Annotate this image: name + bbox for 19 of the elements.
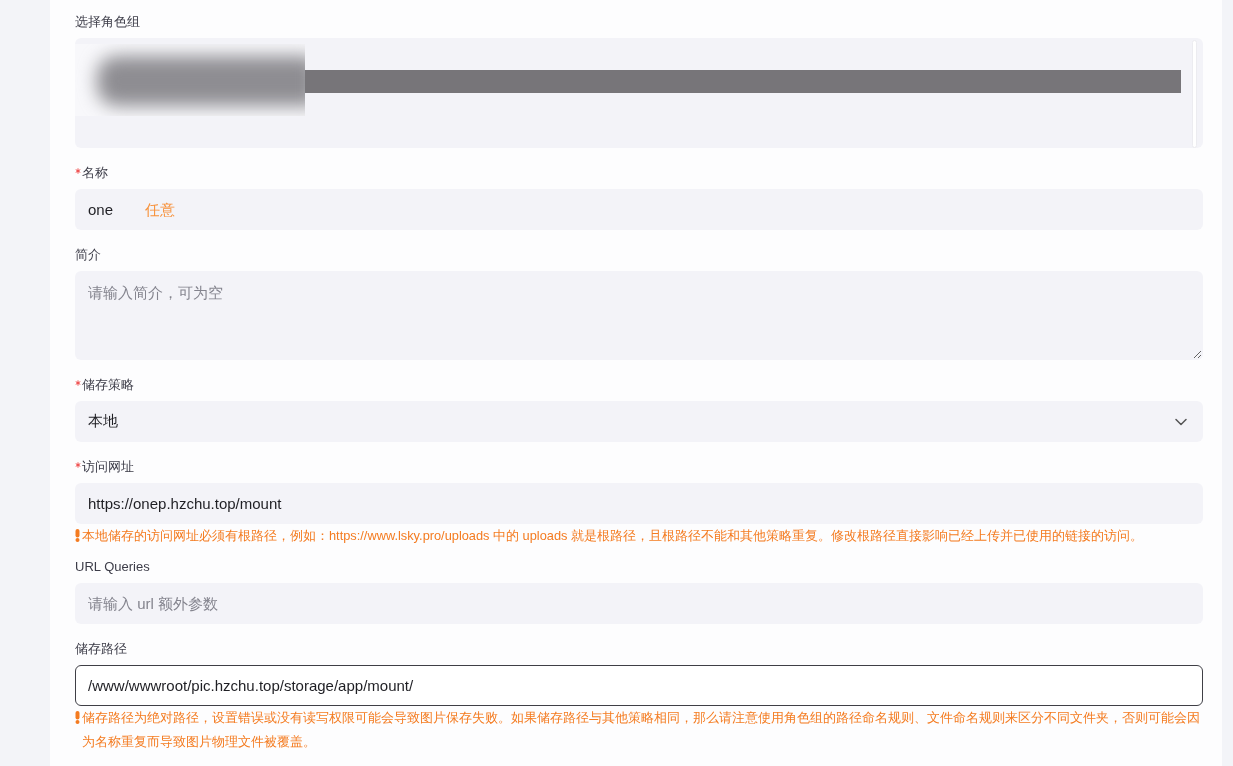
annotation-text: 任意 [145,200,175,220]
role-group-field[interactable] [75,38,1203,148]
chevron-down-icon [1175,417,1187,426]
exclamation-icon [75,529,80,542]
field-label: 访问网址 [82,458,134,476]
field-label: 简介 [75,246,101,264]
field-label: URL Queries [75,558,150,576]
field-label: 储存路径 [75,640,127,658]
hint-text: 本地储存的访问网址必须有根路径，例如：https://www.lsky.pro/uploads 中的 uploads 就是根路径，且根路径不能和其他策略重复。修改根路径直接影响已经上传并已使用的链接的访问。 [82,527,1143,545]
text-field[interactable]: /www/wwwroot/pic.hzchu.top/storage/app/mount/ [75,665,1203,706]
textarea-field[interactable]: 请输入简介，可为空 [75,271,1203,360]
text-field[interactable]: 请输入 url 额外参数 [75,583,1203,624]
hint-text: 储存路径为绝对路径，设置错误或没有读写权限可能会导致图片保存失败。如果储存路径与其他策略相同，那么请注意使用角色组的路径命名规则、文件命名规则来区分不同文件夹，否则可能会因为名称重复而导致图片物理文件被覆盖。 [82,709,1201,751]
field-label: 选择角色组 [75,13,140,31]
select-field[interactable]: 本地 [75,401,1203,442]
field-label: 名称 [82,164,108,182]
field-label: 储存策略 [82,376,134,394]
exclamation-icon [75,711,80,724]
text-field[interactable]: https://onep.hzchu.top/mount [75,483,1203,524]
